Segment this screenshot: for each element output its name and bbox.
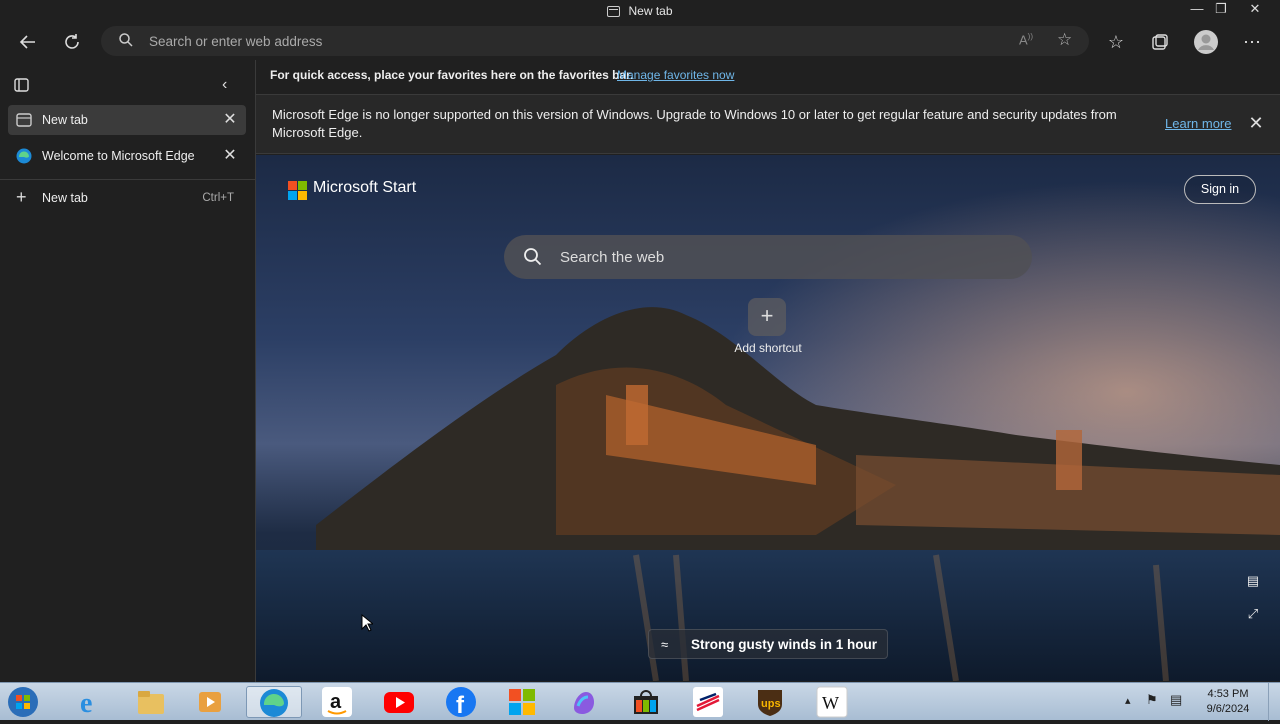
bank-of-america-icon[interactable]: [688, 686, 728, 718]
network-icon[interactable]: ▤: [1170, 692, 1182, 708]
close-tab-button[interactable]: ✕: [220, 110, 240, 130]
search-icon: [524, 248, 542, 266]
svg-text:W: W: [822, 693, 839, 713]
vertical-tabs-pane: ‹ New tab ✕ Welcome to Microsoft Edge ✕ …: [0, 60, 256, 682]
microsoft-store-icon[interactable]: [502, 686, 542, 718]
divider: [0, 179, 255, 180]
show-hidden-icons-button[interactable]: ▴: [1125, 694, 1131, 707]
clock-date: 9/6/2024: [1206, 703, 1250, 715]
weather-alert[interactable]: ≈ Strong gusty winds in 1 hour: [648, 629, 888, 659]
new-tab-button[interactable]: + New tab Ctrl+T: [8, 183, 246, 213]
brand-name: Microsoft Start: [313, 179, 417, 196]
tab-label: Welcome to Microsoft Edge: [42, 149, 195, 163]
web-search-box[interactable]: Search the web: [504, 235, 1032, 279]
logo-square-red: [288, 181, 297, 190]
media-player-icon[interactable]: [190, 686, 230, 718]
close-window-button[interactable]: ✕: [1240, 0, 1270, 20]
plus-icon: +: [760, 303, 774, 328]
web-search-placeholder: Search the web: [560, 249, 665, 266]
back-button[interactable]: [13, 27, 43, 57]
svg-text:ups: ups: [761, 698, 781, 710]
logo-square-green: [298, 181, 307, 190]
title-bar: New tab — ❐ ✕: [0, 0, 1280, 24]
tab-welcome-edge[interactable]: Welcome to Microsoft Edge ✕: [8, 141, 246, 171]
svg-text:f: f: [456, 692, 465, 718]
manage-favorites-link[interactable]: Manage favorites now: [617, 68, 734, 82]
collections-button[interactable]: [1145, 27, 1175, 57]
plus-icon: +: [16, 187, 27, 207]
sign-in-button[interactable]: Sign in: [1184, 175, 1256, 204]
svg-text:e: e: [80, 688, 92, 718]
image-info-icon[interactable]: ▤: [1244, 572, 1262, 590]
favorites-button[interactable]: ☆: [1101, 27, 1131, 57]
internet-explorer-icon[interactable]: e: [70, 686, 110, 719]
wind-icon: ≈: [661, 637, 669, 652]
learn-more-link[interactable]: Learn more: [1165, 116, 1231, 131]
start-button[interactable]: [6, 686, 46, 718]
weather-text: Strong gusty winds in 1 hour: [691, 637, 878, 652]
system-clock[interactable]: 4:53 PM 9/6/2024: [1196, 687, 1260, 717]
infobar-message: Microsoft Edge is no longer supported on…: [272, 107, 1117, 140]
window-title: New tab: [0, 4, 1280, 18]
refresh-icon: [65, 34, 79, 49]
office-store-icon[interactable]: [626, 686, 666, 718]
action-center-flag-icon[interactable]: ⚑: [1146, 692, 1158, 708]
facebook-icon[interactable]: f: [441, 686, 481, 719]
amazon-icon[interactable]: a: [317, 686, 357, 718]
add-shortcut-button[interactable]: +: [748, 298, 786, 336]
restore-button[interactable]: ❐: [1206, 0, 1236, 20]
wikipedia-icon[interactable]: W: [812, 686, 852, 718]
file-explorer-icon[interactable]: [131, 686, 171, 718]
collections-icon: [1152, 34, 1168, 50]
new-tab-icon: [16, 113, 32, 127]
read-aloud-icon[interactable]: A)): [1019, 32, 1033, 47]
back-arrow-icon: [19, 35, 35, 49]
favorites-bar-text: For quick access, place your favorites h…: [270, 68, 634, 82]
new-tab-shortcut: Ctrl+T: [202, 192, 234, 204]
logo-square-yellow: [298, 191, 307, 200]
address-placeholder: Search or enter web address: [149, 34, 323, 49]
search-icon: [119, 33, 133, 47]
favorites-bar: For quick access, place your favorites h…: [256, 60, 1280, 94]
tab-new-tab[interactable]: New tab ✕: [8, 105, 246, 135]
settings-more-button[interactable]: ⋯: [1237, 27, 1267, 57]
profile-button[interactable]: [1191, 27, 1221, 57]
logo-square-blue: [288, 191, 297, 200]
show-desktop-button[interactable]: [1268, 683, 1280, 721]
microsoft-edge-taskbar-icon[interactable]: [246, 686, 302, 718]
close-infobar-button[interactable]: ✕: [1245, 112, 1267, 134]
address-bar[interactable]: Search or enter web address A)) ☆: [101, 26, 1089, 56]
new-tab-page: Microsoft Start Sign in Search the web +…: [256, 155, 1280, 681]
new-tab-label: New tab: [42, 191, 88, 205]
svg-text:a: a: [330, 691, 342, 713]
more-icon: ⋯: [1243, 32, 1261, 52]
clock-time: 4:53 PM: [1207, 688, 1249, 700]
add-shortcut-label: Add shortcut: [734, 341, 802, 355]
unsupported-os-infobar: Microsoft Edge is no longer supported on…: [256, 94, 1280, 154]
tab-icon: [607, 6, 621, 17]
ups-icon[interactable]: ups: [750, 686, 790, 718]
youtube-icon[interactable]: [379, 686, 419, 718]
tab-label: New tab: [42, 113, 88, 127]
background-image: [256, 155, 1280, 681]
window-title-text: New tab: [628, 4, 673, 18]
favorites-icon: ☆: [1107, 32, 1125, 52]
copilot-icon[interactable]: [564, 686, 604, 718]
tab-actions-icon[interactable]: [14, 78, 30, 97]
collapse-pane-icon[interactable]: ‹: [222, 76, 227, 94]
refresh-button[interactable]: [57, 27, 87, 57]
close-tab-button[interactable]: ✕: [220, 146, 240, 166]
add-favorite-icon[interactable]: ☆: [1057, 30, 1072, 50]
expand-icon[interactable]: ⤢: [1244, 605, 1262, 623]
avatar-icon: [1194, 30, 1218, 54]
browser-toolbar: Search or enter web address A)) ☆ ☆ ⋯: [0, 24, 1280, 60]
windows-start-orb-icon: [8, 687, 38, 717]
mouse-cursor-icon: [361, 614, 373, 632]
windows-taskbar: e a f ups W ▴ ⚑ ▤ 4:53 PM 9/6/2024: [0, 682, 1280, 721]
edge-logo-icon: [16, 148, 32, 164]
